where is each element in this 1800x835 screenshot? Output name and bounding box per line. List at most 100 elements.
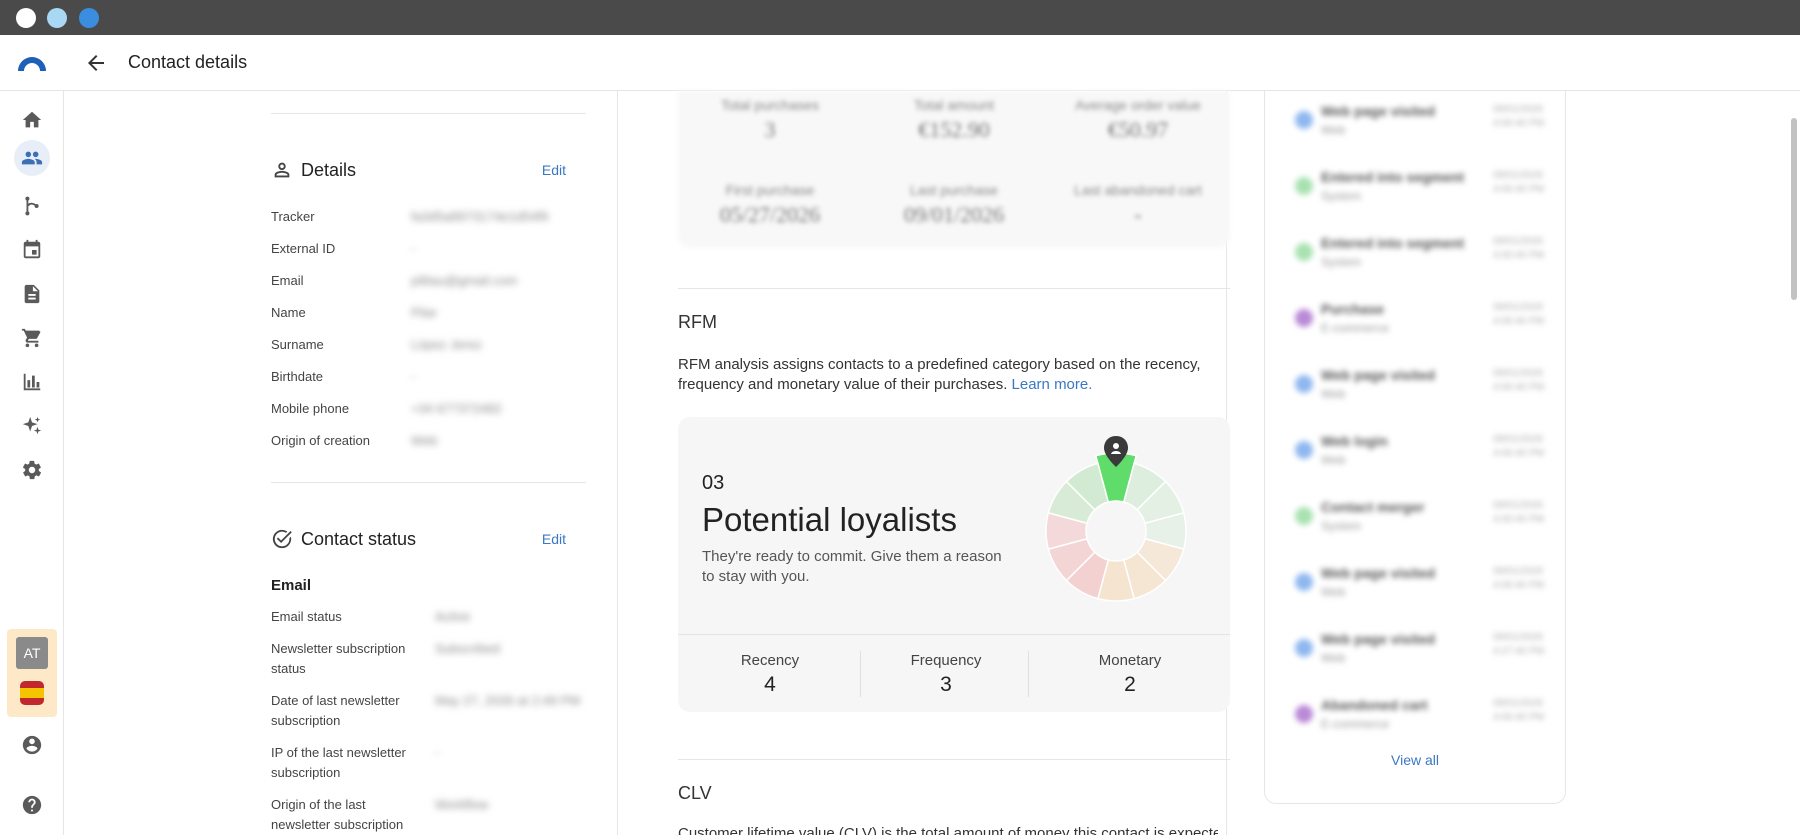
app-logo-icon: [18, 57, 46, 71]
activity-item[interactable]: Entered into segment System 09/01/2026 4:00…: [1265, 231, 1565, 297]
metric-label: Monetary: [1098, 652, 1162, 669]
contact-status-header: Contact status: [271, 528, 416, 550]
status-value: Workflow: [435, 797, 489, 812]
activity-item[interactable]: Abandoned cart E-commerce 09/01/2026 4:00:4…: [1265, 693, 1565, 759]
rfm-segment-name: Potential loyalists: [702, 501, 957, 538]
stat-item: Last purchase 09/01/2026: [862, 182, 1046, 228]
detail-value: -: [411, 369, 416, 384]
rfm-card: 03 Potential loyalists They're ready to …: [678, 417, 1230, 712]
nav-cart-icon[interactable]: [18, 324, 46, 352]
activity-timestamp: 09/01/2026 4:00:40 PM: [1493, 235, 1544, 263]
account-switcher[interactable]: AT: [7, 629, 57, 717]
page-scrollbar[interactable]: [1791, 118, 1797, 300]
nav-help-icon[interactable]: [18, 791, 46, 819]
activity-type-icon: [1295, 573, 1313, 591]
back-arrow-icon[interactable]: [84, 51, 108, 75]
purchase-stats-card: Total purchases 3 Total amount €152.90 A…: [678, 91, 1230, 248]
nav-workflow-icon[interactable]: [18, 192, 46, 220]
detail-label: Origin of creation: [271, 433, 370, 448]
detail-value: Pilar: [411, 305, 438, 320]
account-avatar[interactable]: AT: [16, 637, 48, 669]
activity-date: 09/01/2026: [1493, 236, 1544, 247]
detail-label: Email: [271, 273, 304, 288]
activity-time: 4:00:40 PM: [1493, 184, 1545, 195]
activity-type-icon: [1295, 111, 1313, 129]
nav-sparkle-icon[interactable]: [18, 412, 46, 440]
activity-item[interactable]: Purchase E-commerce 09/01/2026 4:00:40 PM: [1265, 297, 1565, 363]
rfm-metric-monetary: Monetary 2: [1030, 652, 1230, 697]
activity-source: System: [1321, 189, 1362, 203]
detail-label: Mobile phone: [271, 401, 350, 416]
view-all-link[interactable]: View all: [1265, 752, 1565, 768]
activity-time: 4:00:40 PM: [1493, 382, 1545, 393]
details-edit-link[interactable]: Edit: [542, 162, 566, 178]
nav-calendar-icon[interactable]: [18, 236, 46, 264]
section-divider: [271, 482, 586, 483]
activity-type-icon: [1295, 507, 1313, 525]
activity-time: 4:00:40 PM: [1493, 250, 1545, 261]
window-maximize-button[interactable]: [79, 8, 99, 28]
activity-source: Web: [1321, 585, 1346, 599]
metric-label: Frequency: [910, 652, 982, 669]
activity-item[interactable]: Web page visited Web 09/01/2026 4:00:40 PM: [1265, 561, 1565, 627]
activity-time: 4:00:40 PM: [1493, 448, 1545, 459]
nav-document-icon[interactable]: [18, 280, 46, 308]
clv-title: CLV: [678, 783, 712, 803]
section-divider: [271, 113, 586, 114]
activity-item[interactable]: Web page visited Web 09/01/2026 4:00:40 PM: [1265, 363, 1565, 429]
rfm-metric-recency: Recency 4: [678, 652, 862, 697]
activity-type-icon: [1295, 243, 1313, 261]
learn-more-link[interactable]: Learn more.: [1012, 376, 1093, 393]
activity-item[interactable]: Entered into segment System 09/01/2026 4:00…: [1265, 165, 1565, 231]
stat-label: Last purchase: [910, 182, 998, 198]
metric-value: 3: [940, 673, 952, 696]
detail-value: fa3d5a8973174e1d54f9: [411, 209, 549, 224]
activity-timestamp: 09/01/2026 4:00:40 PM: [1493, 433, 1544, 461]
details-header: Details: [271, 159, 356, 181]
nav-contacts-icon[interactable]: [14, 140, 50, 176]
clv-description: Customer lifetime value (CLV) is the tot…: [678, 825, 1218, 835]
window-titlebar: [0, 0, 1800, 35]
stat-value: 05/27/2026: [719, 202, 821, 227]
activity-item[interactable]: Web page visited Web 09/01/2026 4:00:40 PM: [1265, 99, 1565, 165]
rfm-title: RFM: [678, 312, 717, 332]
activity-date: 09/01/2026: [1493, 566, 1544, 577]
activity-timeline-card: Web page visited Web 09/01/2026 4:00:40 PM E…: [1264, 91, 1566, 804]
contact-status-edit-link[interactable]: Edit: [542, 531, 566, 547]
detail-value: Web: [411, 433, 438, 448]
nav-chart-icon[interactable]: [18, 368, 46, 396]
activity-title: Entered into segment: [1321, 169, 1465, 185]
rfm-segment-code: 03: [702, 472, 725, 494]
activity-title: Contact merger: [1321, 499, 1425, 515]
activity-item[interactable]: Contact merger System 09/01/2026 4:00:40 PM: [1265, 495, 1565, 561]
activity-title: Web page visited: [1321, 103, 1436, 119]
window-close-button[interactable]: [16, 8, 36, 28]
activity-item[interactable]: Web login Web 09/01/2026 4:00:40 PM: [1265, 429, 1565, 495]
detail-label: Name: [271, 305, 306, 320]
nav-gear-icon[interactable]: [18, 456, 46, 484]
activity-type-icon: [1295, 177, 1313, 195]
stat-value: €152.90: [918, 117, 990, 142]
activity-source: Web: [1321, 123, 1346, 137]
activity-title: Purchase: [1321, 301, 1385, 317]
stat-item: First purchase 05/27/2026: [678, 182, 862, 228]
activity-timestamp: 09/01/2026 4:00:40 PM: [1493, 367, 1544, 395]
detail-value: -: [411, 241, 416, 256]
stat-label: Last abandoned cart: [1074, 182, 1202, 198]
status-value: Active: [435, 609, 471, 624]
activity-item[interactable]: Web page visited Web 09/01/2026 4:27:40 PM: [1265, 627, 1565, 693]
activity-source: Web: [1321, 453, 1346, 467]
check-circle-icon: [272, 529, 292, 549]
rfm-metric-frequency: Frequency 3: [862, 652, 1030, 697]
nav-user-icon[interactable]: [18, 731, 46, 759]
person-outline-icon: [274, 162, 290, 178]
stat-label: Average order value: [1075, 97, 1201, 113]
spain-flag-icon[interactable]: [20, 681, 44, 705]
status-label: Date of last newsletter subscription: [271, 693, 400, 728]
window-minimize-button[interactable]: [47, 8, 67, 28]
details-title: Details: [301, 159, 357, 180]
activity-title: Entered into segment: [1321, 235, 1465, 251]
page-title: Contact details: [128, 52, 248, 72]
nav-home-icon[interactable]: [18, 106, 46, 134]
rfm-segment-wheel: [1045, 436, 1187, 602]
